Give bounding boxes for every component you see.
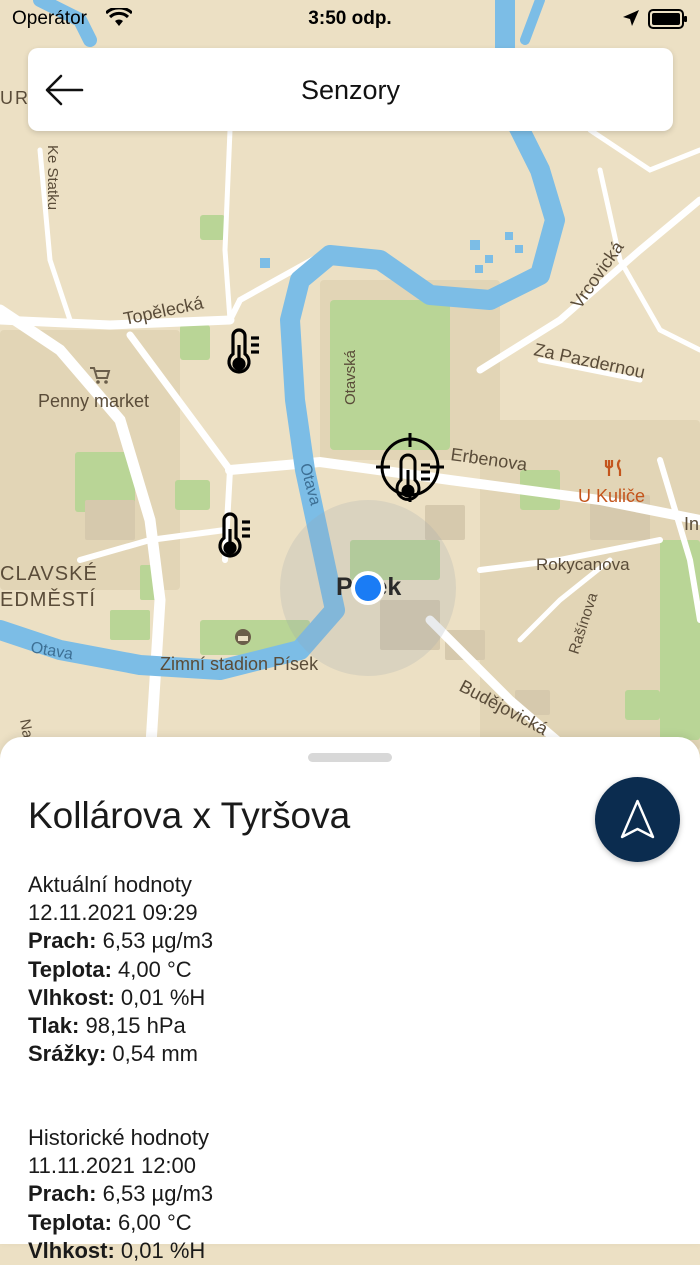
value-text: 0,01 %H <box>120 1237 206 1263</box>
map-label-in: In <box>684 514 699 534</box>
historical-values-heading: Historické hodnoty <box>28 1125 209 1150</box>
map-label-ke-statku: Ke Statku <box>44 145 61 210</box>
map-label-zimni-stadion: Zimní stadion Písek <box>160 654 319 674</box>
map-label-predmesti: EDMĚSTÍ <box>0 588 96 611</box>
current-row-temperature: Teplota: 4,00 °C <box>28 956 213 984</box>
value-text: 6,00 °C <box>118 1209 192 1235</box>
current-row-dust: Prach: 6,53 µg/m3 <box>28 927 213 955</box>
header-bar: Senzory <box>28 48 673 131</box>
sensor-title: Kollárova x Tyršova <box>28 795 351 836</box>
map-label-penny: Penny market <box>38 391 149 411</box>
navigation-arrow-icon <box>620 799 655 839</box>
historical-timestamp: 11.11.2021 12:00 <box>28 1153 197 1179</box>
current-timestamp: 12.11.2021 09:29 <box>28 900 198 926</box>
map-label-u-kulice: U Kuliče <box>578 486 645 506</box>
current-values-block: Aktuální hodnoty 12.11.2021 09:29 Prach:… <box>28 871 213 1068</box>
sheet-grabber[interactable] <box>308 753 392 762</box>
value-text: 4,00 °C <box>118 956 192 982</box>
value-text: 0,54 mm <box>112 1041 198 1067</box>
value-label: Teplota: <box>28 956 112 982</box>
map-label-vaclavske: CLAVSKÉ <box>0 562 98 585</box>
value-label: Prach: <box>28 928 97 954</box>
battery-icon <box>648 9 688 34</box>
current-row-precipitation: Srážky: 0,54 mm <box>28 1040 213 1068</box>
page-title: Senzory <box>300 75 401 105</box>
user-location-dot <box>351 571 385 605</box>
navigate-button[interactable] <box>595 777 680 862</box>
map-label-rokycanova: Rokycanova <box>536 555 630 574</box>
status-time: 3:50 odp. <box>308 8 392 29</box>
current-row-humidity: Vlhkost: 0,01 %H <box>28 984 213 1012</box>
location-arrow-icon <box>622 9 640 32</box>
value-label: Prach: <box>28 1181 97 1207</box>
value-text: 6,53 µg/m3 <box>102 1181 214 1207</box>
value-text: 0,01 %H <box>120 984 206 1010</box>
map-label-otavska: Otavská <box>342 349 359 405</box>
current-row-pressure: Tlak: 98,15 hPa <box>28 1012 213 1040</box>
value-label: Teplota: <box>28 1209 112 1235</box>
history-row-humidity: Vlhkost: 0,01 %H <box>28 1237 213 1265</box>
stadium-icon <box>235 629 251 645</box>
history-row-temperature: Teplota: 6,00 °C <box>28 1209 213 1237</box>
sensor-detail-sheet: Kollárova x Tyršova Aktuální hodnoty 12.… <box>0 737 700 1263</box>
value-label: Srážky: <box>28 1041 107 1067</box>
value-text: 6,53 µg/m3 <box>102 928 214 954</box>
value-text: 98,15 hPa <box>85 1013 186 1039</box>
value-label: Vlhkost: <box>28 1237 115 1263</box>
value-label: Vlhkost: <box>28 984 115 1010</box>
value-label: Tlak: <box>28 1013 80 1039</box>
current-values-heading: Aktuální hodnoty <box>28 872 192 897</box>
history-row-dust: Prach: 6,53 µg/m3 <box>28 1180 213 1208</box>
status-bar: Operátor 3:50 odp. <box>0 0 700 36</box>
